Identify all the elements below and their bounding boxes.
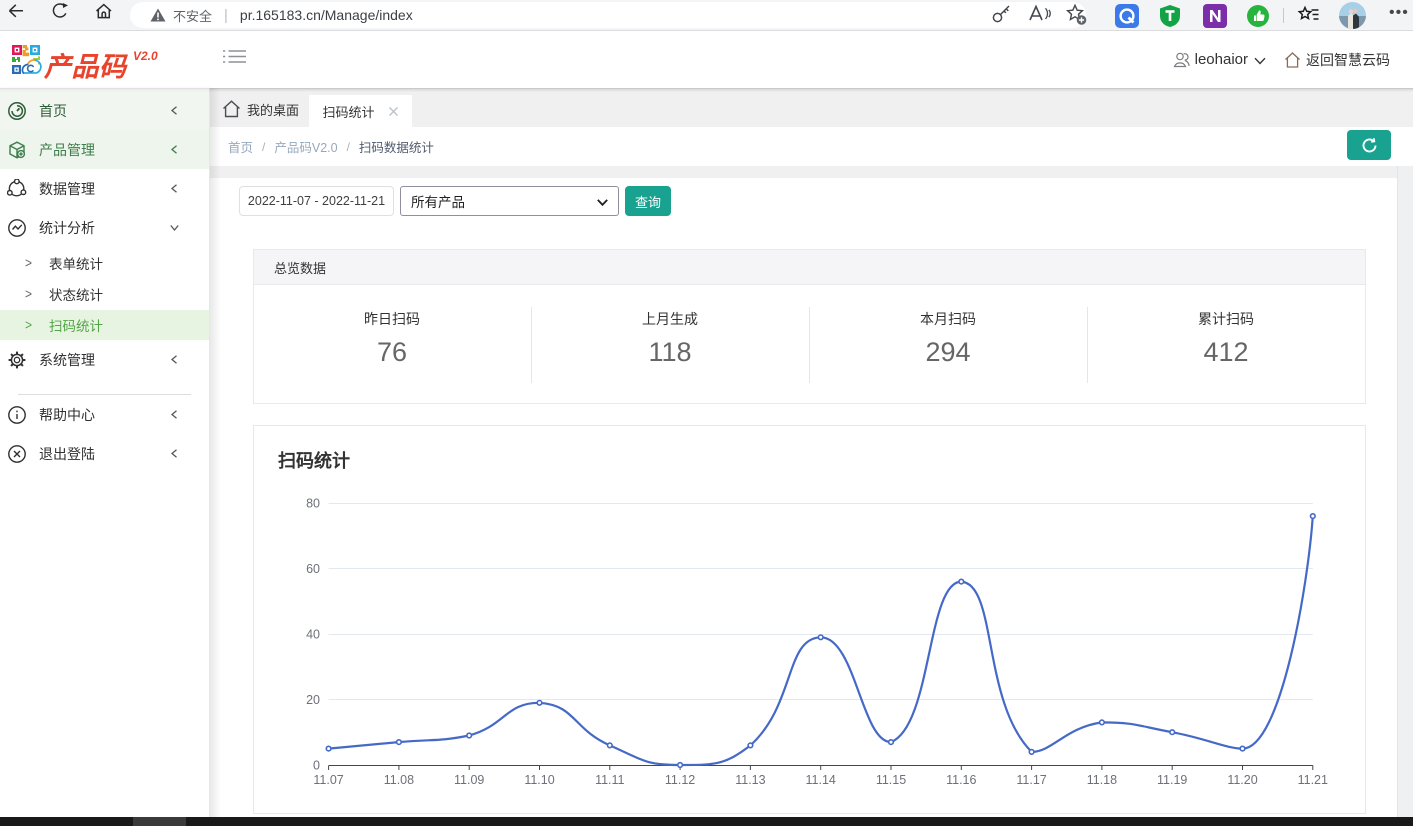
svg-text:11.20: 11.20 xyxy=(1227,773,1257,787)
svg-text:11.07: 11.07 xyxy=(313,773,343,787)
svg-text:11.10: 11.10 xyxy=(524,773,554,787)
svg-text:11.21: 11.21 xyxy=(1298,773,1328,787)
svg-text:11.09: 11.09 xyxy=(454,773,484,787)
svg-text:11.11: 11.11 xyxy=(595,773,624,787)
svg-text:0: 0 xyxy=(313,759,320,773)
svg-text:11.16: 11.16 xyxy=(946,773,976,787)
svg-text:11.13: 11.13 xyxy=(735,773,765,787)
svg-text:11.12: 11.12 xyxy=(665,773,695,787)
svg-text:11.18: 11.18 xyxy=(1087,773,1117,787)
svg-text:11.17: 11.17 xyxy=(1016,773,1046,787)
svg-text:80: 80 xyxy=(306,497,320,511)
svg-text:40: 40 xyxy=(306,628,320,642)
svg-text:11.19: 11.19 xyxy=(1157,773,1187,787)
svg-text:20: 20 xyxy=(306,693,320,707)
svg-text:11.15: 11.15 xyxy=(876,773,906,787)
svg-text:11.14: 11.14 xyxy=(806,773,836,787)
svg-text:11.08: 11.08 xyxy=(384,773,414,787)
svg-text:60: 60 xyxy=(306,562,320,576)
